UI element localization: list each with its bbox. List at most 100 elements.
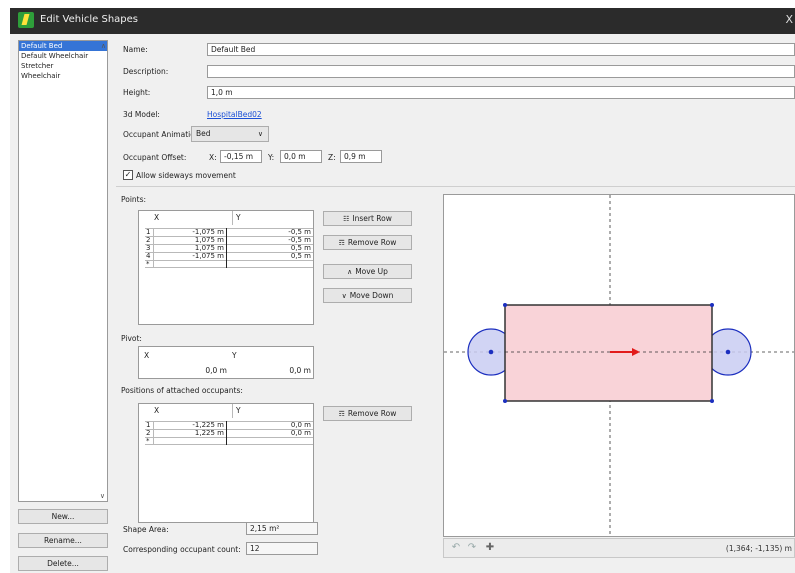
points-label: Points:: [121, 195, 147, 204]
offset-x-field[interactable]: -0,15 m: [220, 150, 262, 163]
height-field[interactable]: 1,0 m: [207, 86, 795, 99]
description-label: Description:: [123, 67, 169, 76]
move-up-button[interactable]: ∧ Move Up: [323, 264, 412, 279]
shape-preview-canvas[interactable]: [443, 194, 795, 537]
remove-occupant-row-button[interactable]: ☶ Remove Row: [323, 406, 412, 421]
shape-list[interactable]: Default Bed Default Wheelchair Stretcher…: [18, 40, 108, 502]
vertex-handle[interactable]: [710, 399, 714, 403]
occupant-x-cell[interactable]: 1,225 m: [151, 429, 227, 437]
shape-preview-svg[interactable]: [444, 195, 795, 537]
table-row[interactable]: 2 1,075 m -0,5 m: [145, 236, 313, 244]
name-field[interactable]: Default Bed: [207, 43, 795, 56]
vehicle-shape-polygon[interactable]: [504, 304, 713, 402]
move-down-icon: ∨: [341, 292, 347, 300]
occupant-x-cell[interactable]: -1,225 m: [151, 421, 227, 429]
occupants-col-x: X: [154, 406, 160, 415]
scroll-down-icon[interactable]: ∨: [100, 492, 105, 500]
pivot-col-x: X: [144, 351, 150, 360]
window-title: Edit Vehicle Shapes: [40, 14, 139, 25]
preview-toolbar: ↶ ↷ ✚ (1,364; -1,135) m: [443, 538, 795, 558]
occupant-y-cell[interactable]: 0,0 m: [228, 429, 313, 437]
new-table-row[interactable]: *: [145, 260, 313, 268]
shape-list-item[interactable]: Wheelchair: [19, 71, 107, 81]
pivot-col-y: Y: [232, 351, 237, 360]
rename-shape-button[interactable]: Rename...: [18, 533, 108, 548]
offset-z-label: Z:: [328, 153, 336, 162]
shape-area-value: 2,15 m²: [246, 522, 318, 535]
offset-y-field[interactable]: 0,0 m: [280, 150, 322, 163]
point-x-cell[interactable]: -1,075 m: [151, 252, 227, 260]
vertex-handle[interactable]: [503, 303, 507, 307]
shape-list-item[interactable]: Default Wheelchair: [19, 51, 107, 61]
snap-icon[interactable]: ✚: [484, 542, 496, 554]
chevron-down-icon: ∨: [257, 130, 263, 138]
new-table-row[interactable]: *: [145, 437, 313, 445]
model-link[interactable]: HospitalBed02: [207, 110, 262, 119]
offset-z-field[interactable]: 0,9 m: [340, 150, 382, 163]
occupant-x-cell[interactable]: [151, 437, 227, 445]
cursor-coordinates: (1,364; -1,135) m: [725, 544, 792, 553]
title-bar: Edit Vehicle Shapes X: [10, 8, 795, 34]
occupants-label: Positions of attached occupants:: [121, 386, 243, 395]
sideways-label: Allow sideways movement: [136, 171, 236, 180]
pivot-label: Pivot:: [121, 334, 142, 343]
pivot-y-cell[interactable]: 0,0 m: [289, 366, 311, 375]
undo-icon[interactable]: ↶: [450, 542, 462, 554]
pivot-x-cell[interactable]: 0,0 m: [205, 366, 227, 375]
table-row[interactable]: 1 -1,075 m -0,5 m: [145, 228, 313, 236]
redo-icon[interactable]: ↷: [466, 542, 478, 554]
app-icon: [18, 12, 34, 28]
table-row[interactable]: 1 -1,225 m 0,0 m: [145, 421, 313, 429]
occupant-y-cell[interactable]: 0,0 m: [228, 421, 313, 429]
move-down-button[interactable]: ∨ Move Down: [323, 288, 412, 303]
point-y-cell[interactable]: -0,5 m: [228, 228, 313, 236]
remove-row-button[interactable]: ☶ Remove Row: [323, 235, 412, 250]
point-y-cell[interactable]: [228, 260, 313, 268]
point-x-cell[interactable]: -1,075 m: [151, 228, 227, 236]
model-label: 3d Model:: [123, 110, 160, 119]
vertex-handle[interactable]: [710, 303, 714, 307]
shape-area-label: Shape Area:: [123, 525, 169, 534]
move-up-icon: ∧: [347, 268, 353, 276]
offset-x-label: X:: [209, 153, 217, 162]
occupants-table[interactable]: X Y 1 -1,225 m 0,0 m 2 1,225 m 0,0 m *: [138, 403, 314, 523]
name-label: Name:: [123, 45, 148, 54]
animation-select[interactable]: Bed ∨: [191, 126, 269, 142]
sideways-checkbox[interactable]: ✓: [123, 170, 133, 180]
point-y-cell[interactable]: 0,5 m: [228, 244, 313, 252]
insert-row-button[interactable]: ☷ Insert Row: [323, 211, 412, 226]
new-shape-button[interactable]: New...: [18, 509, 108, 524]
table-row[interactable]: 4 -1,075 m 0,5 m: [145, 252, 313, 260]
point-x-cell[interactable]: [151, 260, 227, 268]
point-x-cell[interactable]: 1,075 m: [151, 236, 227, 244]
table-row[interactable]: 2 1,225 m 0,0 m: [145, 429, 313, 437]
delete-shape-button[interactable]: Delete...: [18, 556, 108, 571]
remove-row-icon: ☶: [338, 239, 345, 247]
point-y-cell[interactable]: -0,5 m: [228, 236, 313, 244]
close-button[interactable]: X: [785, 13, 793, 26]
occupant-center-dot: [725, 349, 731, 355]
move-up-label: Move Up: [355, 267, 388, 276]
point-x-cell[interactable]: 1,075 m: [151, 244, 227, 252]
dialog-body: Default Bed Default Wheelchair Stretcher…: [10, 34, 795, 573]
section-divider: [116, 186, 795, 187]
shape-list-item[interactable]: Stretcher: [19, 61, 107, 71]
shape-list-item[interactable]: Default Bed: [19, 41, 107, 51]
points-table[interactable]: X Y 1 -1,075 m -0,5 m 2 1,075 m -0,5 m 3…: [138, 210, 314, 325]
occupant-y-cell[interactable]: [228, 437, 313, 445]
insert-row-label: Insert Row: [352, 214, 392, 223]
occupant-center-dot: [488, 349, 494, 355]
points-col-y: Y: [236, 213, 241, 222]
table-row[interactable]: 3 1,075 m 0,5 m: [145, 244, 313, 252]
scroll-up-icon[interactable]: ∧: [101, 42, 106, 50]
occupant-count-label: Corresponding occupant count:: [123, 545, 241, 554]
pivot-table[interactable]: X Y 0,0 m 0,0 m: [138, 346, 314, 379]
point-y-cell[interactable]: 0,5 m: [228, 252, 313, 260]
remove-row-icon: ☶: [338, 410, 345, 418]
description-field[interactable]: [207, 65, 795, 78]
column-separator: [232, 404, 233, 418]
vertex-handle[interactable]: [503, 399, 507, 403]
points-table-header: X Y: [139, 211, 313, 225]
points-col-x: X: [154, 213, 160, 222]
remove-row-label: Remove Row: [347, 238, 397, 247]
